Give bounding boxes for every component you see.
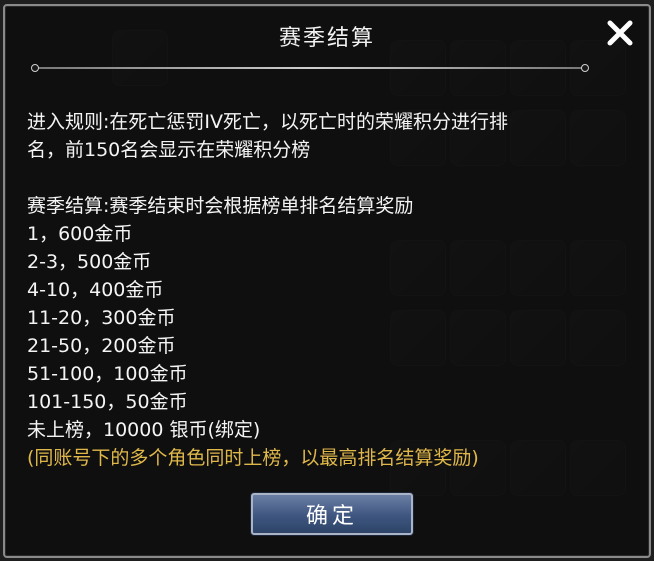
reward-item: 51-100，100金币 xyxy=(27,363,188,385)
reward-item: 2-3，500金币 xyxy=(27,251,152,273)
close-icon xyxy=(607,20,633,46)
rules-line-2: 名，前150名会显示在荣耀积分榜 xyxy=(27,139,311,161)
reward-item: 未上榜，10000 银币(绑定) xyxy=(27,419,261,441)
reward-item: 101-150，50金币 xyxy=(27,391,188,413)
reward-item: 11-20，300金币 xyxy=(27,307,176,329)
reward-item: 21-50，200金币 xyxy=(27,335,176,357)
reward-item: 4-10，400金币 xyxy=(27,279,164,301)
confirm-button[interactable]: 确定 xyxy=(251,493,413,535)
reward-item: 1，600金币 xyxy=(27,223,133,245)
dialog-title: 赛季结算 xyxy=(278,26,375,51)
reward-note: (同账号下的多个角色同时上榜，以最高排名结算奖励) xyxy=(27,447,479,469)
dialog-body: 进入规则:在死亡惩罚IV死亡，以死亡时的荣耀积分进行排 名，前150名会显示在荣… xyxy=(27,108,632,472)
rules-line-1: 进入规则:在死亡惩罚IV死亡，以死亡时的荣耀积分进行排 xyxy=(27,111,509,133)
title-divider xyxy=(31,64,589,72)
settlement-title: 赛季结算:赛季结束时会根据榜单排名结算奖励 xyxy=(27,195,414,217)
season-settlement-dialog: 赛季结算 进入规则:在死亡惩罚IV死亡，以死亡时的荣耀积分进行排 名，前150名… xyxy=(3,4,651,558)
close-button[interactable] xyxy=(603,16,637,50)
